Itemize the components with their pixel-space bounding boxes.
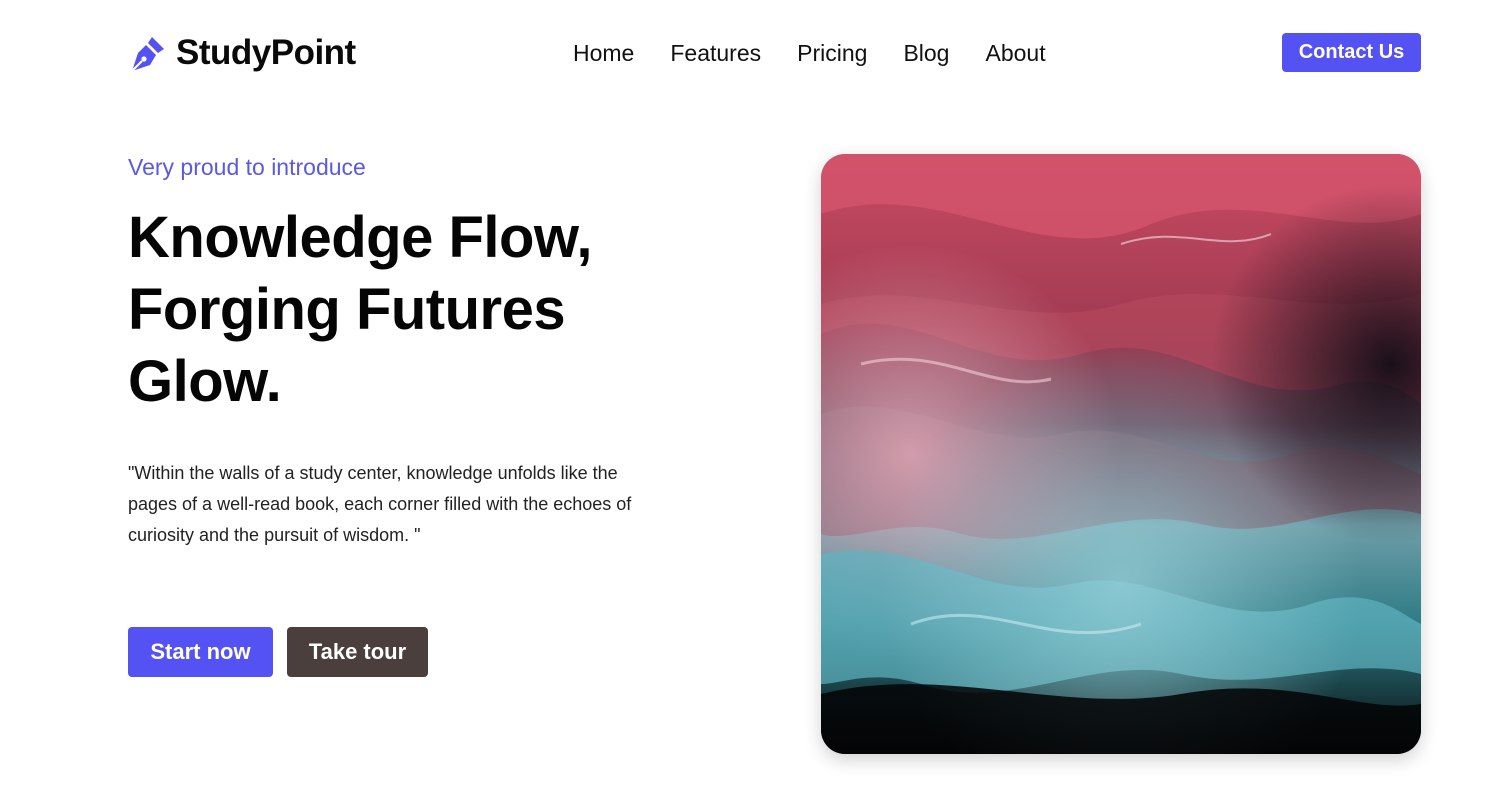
- nav-item-features[interactable]: Features: [670, 38, 761, 68]
- main-nav: Home Features Pricing Blog About: [573, 38, 1046, 68]
- hero-image: [821, 154, 1421, 754]
- nav-item-pricing[interactable]: Pricing: [797, 38, 867, 68]
- headline-line: Knowledge Flow,: [128, 205, 593, 270]
- take-tour-button[interactable]: Take tour: [287, 627, 428, 677]
- nav-item-blog[interactable]: Blog: [903, 38, 949, 68]
- headline-line: Forging Futures: [128, 277, 566, 342]
- headline-line: Glow.: [128, 349, 282, 414]
- hero-eyebrow: Very proud to introduce: [128, 154, 366, 180]
- brand-name: StudyPoint: [176, 33, 356, 72]
- nav-item-home[interactable]: Home: [573, 38, 634, 68]
- pen-nib-icon: [131, 37, 164, 72]
- nav-item-about[interactable]: About: [985, 38, 1045, 68]
- hero-headline: Knowledge Flow, Forging Futures Glow.: [128, 202, 688, 418]
- brand-logo-link[interactable]: StudyPoint: [128, 32, 356, 74]
- hero-quote: "Within the walls of a study center, kno…: [128, 463, 632, 545]
- contact-us-button[interactable]: Contact Us: [1282, 33, 1421, 72]
- start-now-button[interactable]: Start now: [128, 627, 273, 677]
- site-header: StudyPoint Home Features Pricing Blog Ab…: [128, 30, 1421, 76]
- abstract-fluid-art: [821, 154, 1421, 754]
- landing-page: StudyPoint Home Features Pricing Blog Ab…: [0, 0, 1498, 807]
